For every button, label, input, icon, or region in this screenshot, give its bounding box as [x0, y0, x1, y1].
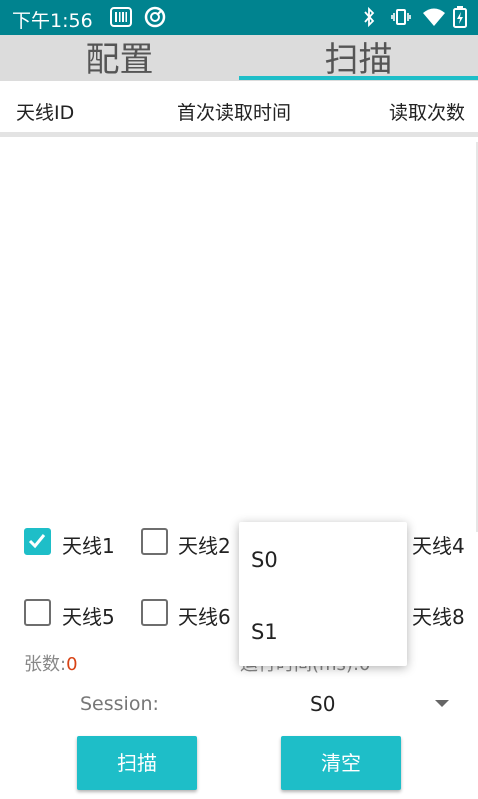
battery-icon: [453, 6, 467, 28]
antenna-2-label: 天线2: [178, 534, 231, 558]
clear-button[interactable]: 清空: [281, 736, 401, 790]
antenna-5-checkbox[interactable]: [24, 599, 51, 626]
antenna-5-label: 天线5: [62, 605, 115, 629]
session-label: Session:: [80, 693, 159, 715]
sync-icon: [144, 6, 166, 28]
tab-scan[interactable]: 扫描: [239, 35, 478, 81]
check-icon: [28, 534, 46, 549]
column-first-read-time: 首次读取时间: [177, 102, 292, 124]
session-option-s1[interactable]: S1: [251, 620, 278, 644]
session-dropdown-menu: S0 S1: [239, 522, 407, 666]
tab-config[interactable]: 配置: [0, 35, 239, 81]
dropdown-arrow-icon[interactable]: [435, 700, 449, 707]
vibrate-icon: [391, 9, 411, 25]
status-time: 下午1:56: [12, 10, 93, 32]
wifi-icon: [423, 8, 445, 26]
tag-count-label: 张数:: [24, 654, 67, 675]
bluetooth-icon: [364, 6, 375, 28]
table-header: 天线ID 首次读取时间 读取次数: [0, 81, 478, 137]
tab-indicator: [239, 76, 478, 80]
antenna-4-label[interactable]: 天线4: [412, 530, 465, 559]
tab-bar: 配置 扫描: [0, 35, 478, 81]
antenna-6-label: 天线6: [178, 605, 231, 629]
column-read-count: 读取次数: [389, 102, 466, 124]
result-list[interactable]: [0, 142, 478, 522]
antenna-1-label: 天线1: [62, 534, 115, 558]
tag-count-value: 0: [66, 654, 78, 675]
tag-count: 张数:0: [24, 650, 78, 676]
session-option-s0[interactable]: S0: [251, 548, 278, 572]
scan-button[interactable]: 扫描: [77, 736, 197, 790]
column-antenna-id: 天线ID: [16, 102, 75, 124]
antenna-8-label[interactable]: 天线8: [412, 601, 465, 630]
barcode-icon: [110, 7, 132, 27]
status-bar: 下午1:56: [0, 0, 478, 35]
session-select[interactable]: S0: [310, 692, 335, 716]
antenna-6-checkbox[interactable]: [141, 599, 168, 626]
antenna-2-checkbox[interactable]: [141, 528, 168, 555]
antenna-1-checkbox[interactable]: [24, 528, 51, 555]
